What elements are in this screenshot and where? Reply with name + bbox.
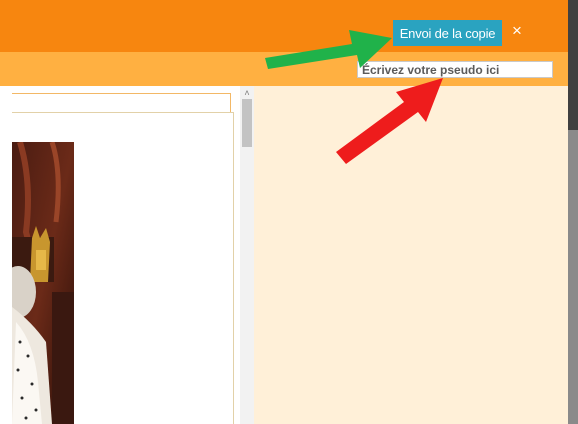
pseudo-input[interactable] <box>357 61 553 78</box>
chevron-up-icon[interactable]: ˄ <box>240 88 254 98</box>
window-edge-top <box>568 0 578 130</box>
portrait-image <box>12 142 74 424</box>
side-panel <box>254 86 568 424</box>
send-copy-button[interactable]: Envoi de la copie <box>393 20 502 46</box>
close-icon[interactable]: × <box>509 21 525 41</box>
scrollbar-thumb[interactable] <box>242 99 252 147</box>
